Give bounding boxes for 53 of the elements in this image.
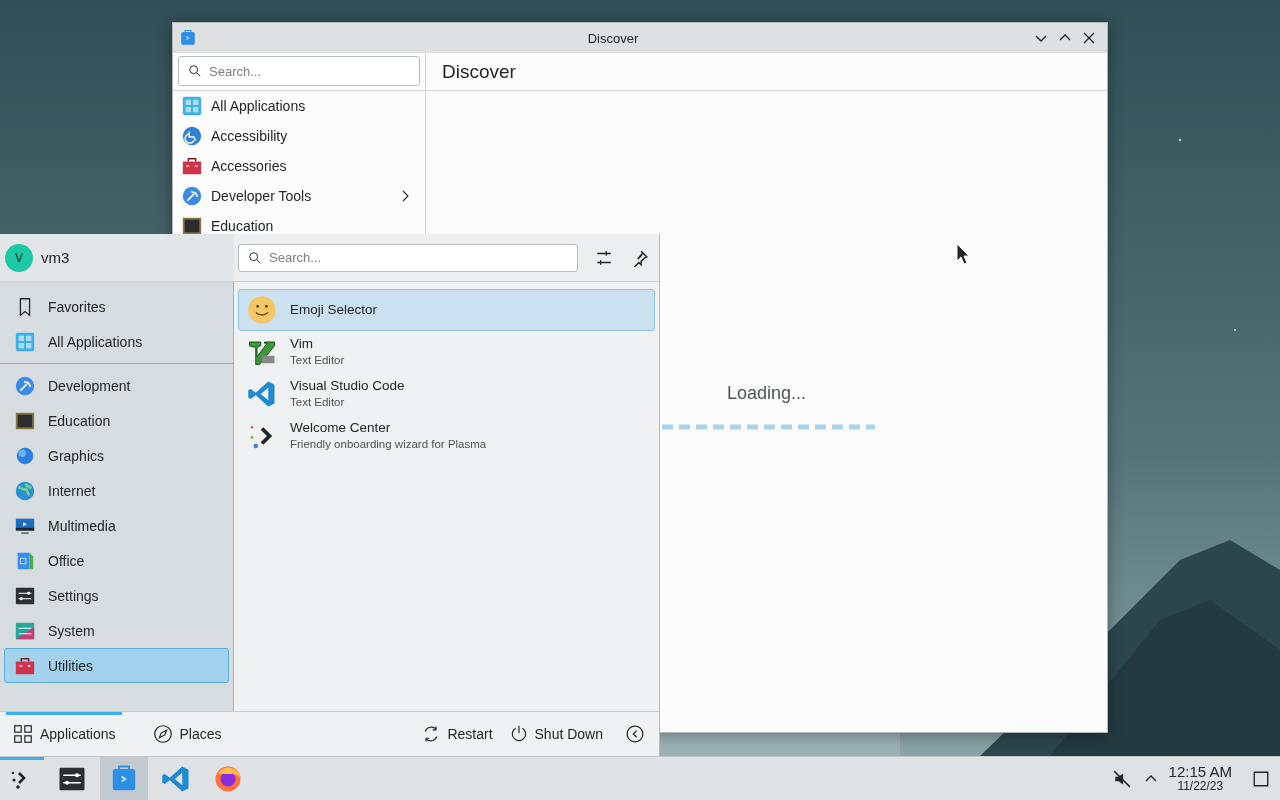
clock-time[interactable]: 12:15 AM [1168, 763, 1232, 779]
mouse-cursor-icon [956, 243, 970, 265]
discover-icon [179, 29, 197, 47]
category-item[interactable]: All Applications [173, 91, 425, 121]
speaker-muted-icon[interactable] [1112, 769, 1131, 788]
hammer-icon [14, 374, 36, 397]
tab[interactable]: Applications [6, 711, 122, 756]
page-title: Discover [442, 60, 516, 83]
compass-icon [151, 723, 174, 745]
smiley-icon [247, 295, 277, 325]
search-icon [188, 64, 202, 78]
grid-icon [12, 723, 34, 745]
category-item[interactable]: Developer Tools [173, 181, 425, 211]
show-desktop-icon[interactable] [1252, 769, 1270, 788]
sidebar-item[interactable]: Utilities [4, 648, 229, 683]
sidebar-item[interactable]: Multimedia [4, 508, 229, 543]
search-field[interactable]: Search... [238, 243, 578, 272]
user-name: vm3 [41, 249, 70, 266]
close-icon [1081, 30, 1097, 46]
sidebar-item[interactable]: System [4, 613, 229, 648]
sidebar-item[interactable]: All Applications [4, 324, 229, 359]
vscode-icon [247, 379, 277, 409]
sliders-icon [595, 248, 613, 267]
app-item[interactable]: Visual Studio Code Text Editor [238, 373, 655, 415]
chalkboard-icon [181, 215, 203, 237]
sidebar-item[interactable]: Education [4, 403, 229, 438]
power-action-button[interactable]: Restart [417, 718, 497, 750]
apps-grid-icon [14, 330, 36, 353]
pin-icon [631, 248, 649, 267]
sidebar-item[interactable]: Settings [4, 578, 229, 613]
hammer-icon [181, 185, 203, 207]
category-item[interactable]: Accessories [173, 151, 425, 181]
power-action-button[interactable]: Shut Down [504, 718, 607, 750]
clock-date[interactable]: 11/22/23 [1177, 778, 1224, 794]
app-item[interactable]: Welcome Center Friendly onboarding wizard for Plasma [238, 415, 655, 457]
sidebar-item[interactable]: Graphics [4, 438, 229, 473]
search-icon [248, 250, 262, 265]
toolbox-icon [181, 155, 203, 177]
category-item[interactable]: Accessibility [173, 121, 425, 151]
sidebar-item[interactable]: Internet [4, 473, 229, 508]
apps-grid-icon [181, 95, 203, 117]
avatar: V [5, 243, 33, 272]
window-title: Discover [586, 30, 640, 46]
tab[interactable]: Places [145, 711, 228, 756]
search-field[interactable]: Search... [178, 56, 420, 86]
sidebar-item[interactable]: Office [4, 543, 229, 578]
sidebar-item[interactable]: Development [4, 368, 229, 403]
loading-text: Loading... [726, 383, 807, 404]
app-item[interactable]: Vim Text Editor [238, 331, 655, 373]
sidebar-item[interactable]: Favorites [4, 289, 229, 324]
globe-icon [14, 479, 36, 502]
wheelchair-icon [181, 125, 203, 147]
app-item[interactable]: Emoji Selector [238, 289, 655, 331]
